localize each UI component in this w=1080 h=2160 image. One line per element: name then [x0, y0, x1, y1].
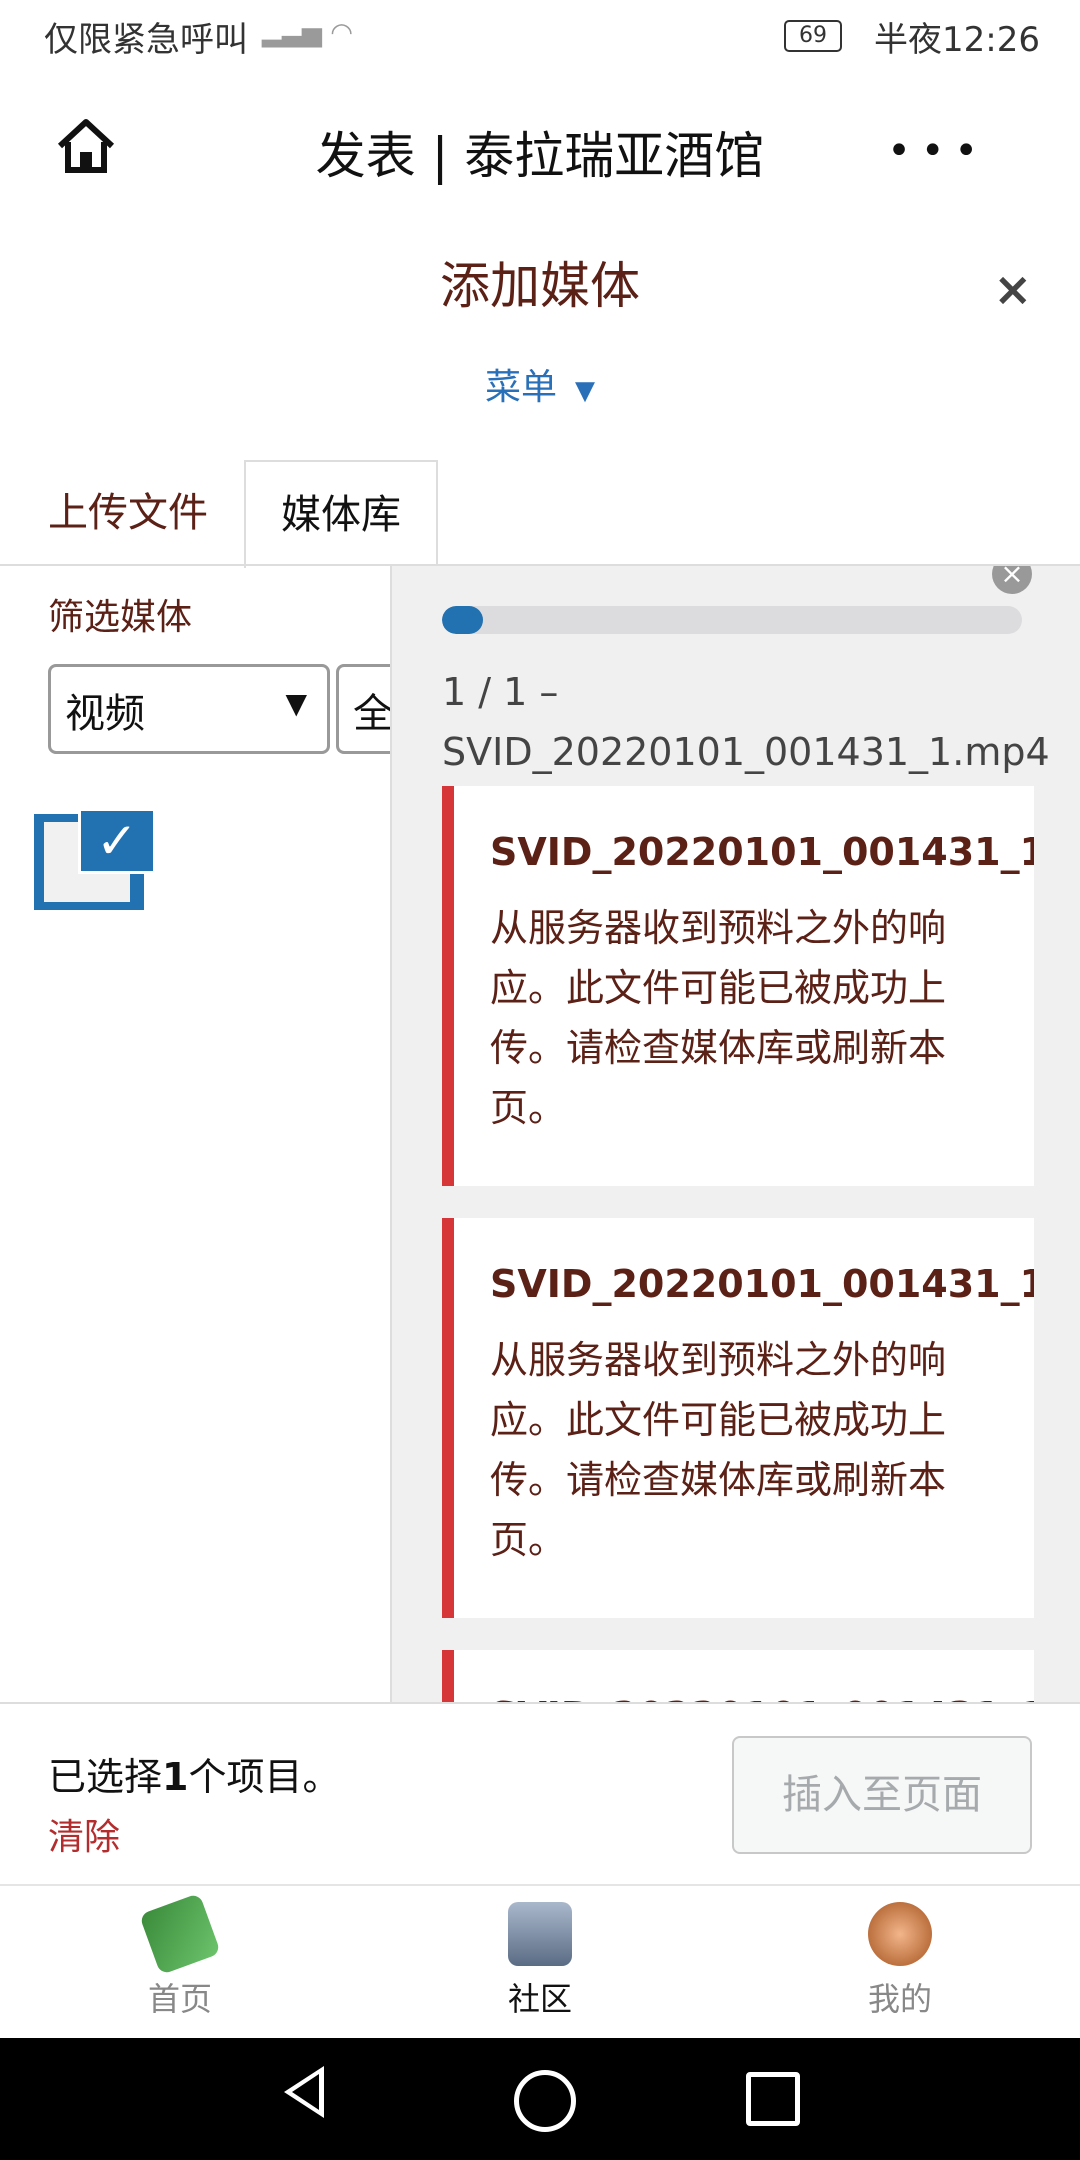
tab-media-library[interactable]: 媒体库 — [244, 460, 438, 568]
error-filename: SVID_20220101_001431_1.mp4 — [490, 830, 1034, 874]
upload-error: SVID_20220101_001431_1.mp4 — [442, 1650, 1034, 1702]
nav-me[interactable]: 我的 — [800, 1902, 1000, 2020]
modal-title: 添加媒体 — [440, 257, 640, 315]
more-icon[interactable]: ••• — [887, 128, 988, 174]
nav-home[interactable]: 首页 — [80, 1892, 280, 2020]
upload-panel: × 1 / 1 – SVID_20220101_001431_1.mp4 SVI… — [390, 566, 1080, 1702]
back-icon-inner — [292, 2074, 319, 2110]
nav-me-label: 我的 — [867, 1980, 932, 2018]
upload-filename: SVID_20220101_001431_1.mp4 — [442, 730, 1050, 774]
menu-toggle[interactable]: 菜单 ▼ — [0, 358, 1080, 410]
computer-icon — [508, 1902, 572, 1966]
carrier-text: 仅限紧急呼叫 — [44, 20, 248, 60]
media-type-select[interactable]: 视频 ▼ — [48, 664, 330, 754]
error-filename: SVID_20220101_001431_1.mp4 — [490, 1262, 1034, 1306]
close-icon[interactable]: × — [993, 262, 1032, 316]
nav-home-label: 首页 — [147, 1980, 212, 2018]
media-thumbnail[interactable]: ✓ — [34, 808, 156, 910]
insert-into-page-button[interactable]: 插入至页面 — [732, 1736, 1032, 1854]
error-filename: SVID_20220101_001431_1.mp4 — [490, 1694, 1034, 1702]
progress-fill — [442, 606, 483, 634]
error-message: 从服务器收到预料之外的响应。此文件可能已被成功上传。请检查媒体库或刷新本页。 — [490, 1338, 947, 1562]
system-nav-bar — [0, 2038, 1080, 2160]
tab-upload-files[interactable]: 上传文件 — [48, 460, 208, 566]
battery-icon: 69 — [784, 20, 842, 52]
recents-icon[interactable] — [746, 2072, 800, 2126]
clear-selection-link[interactable]: 清除 — [48, 1808, 120, 1860]
checkmark-icon[interactable]: ✓ — [78, 808, 156, 874]
status-bar: 仅限紧急呼叫 ▂▃▅ ◠ 69 半夜12:26 — [0, 0, 1080, 72]
media-toolbar: 已选择1个项目。 清除 插入至页面 — [0, 1702, 1080, 1884]
selection-count: 已选择1个项目。 — [48, 1755, 341, 1799]
filter-media-label: 筛选媒体 — [48, 597, 193, 638]
book-icon — [138, 1892, 222, 1976]
nav-community[interactable]: 社区 — [440, 1902, 640, 2020]
upload-error: SVID_20220101_001431_1.mp4 从服务器收到预料之外的响应… — [442, 1218, 1034, 1618]
home-button-icon[interactable] — [514, 2070, 576, 2132]
media-type-value: 视频 — [65, 691, 145, 737]
clock: 半夜12:26 — [874, 20, 1040, 60]
dismiss-upload-icon[interactable]: × — [992, 566, 1032, 594]
avatar-icon — [868, 1902, 932, 1966]
upload-progress-bar — [442, 606, 1022, 634]
bottom-nav: 首页 社区 我的 — [0, 1884, 1080, 2040]
nav-community-label: 社区 — [507, 1980, 572, 2018]
upload-counter: 1 / 1 – — [442, 670, 559, 714]
dropdown-arrow-icon: ▼ — [285, 687, 307, 720]
menu-label: 菜单 — [484, 367, 557, 408]
signal-icon: ▂▃▅ ◠ — [262, 18, 353, 48]
date-filter-value: 全 — [353, 691, 393, 737]
chevron-down-icon: ▼ — [575, 376, 595, 406]
error-message: 从服务器收到预料之外的响应。此文件可能已被成功上传。请检查媒体库或刷新本页。 — [490, 906, 947, 1130]
upload-error: SVID_20220101_001431_1.mp4 从服务器收到预料之外的响应… — [442, 786, 1034, 1186]
